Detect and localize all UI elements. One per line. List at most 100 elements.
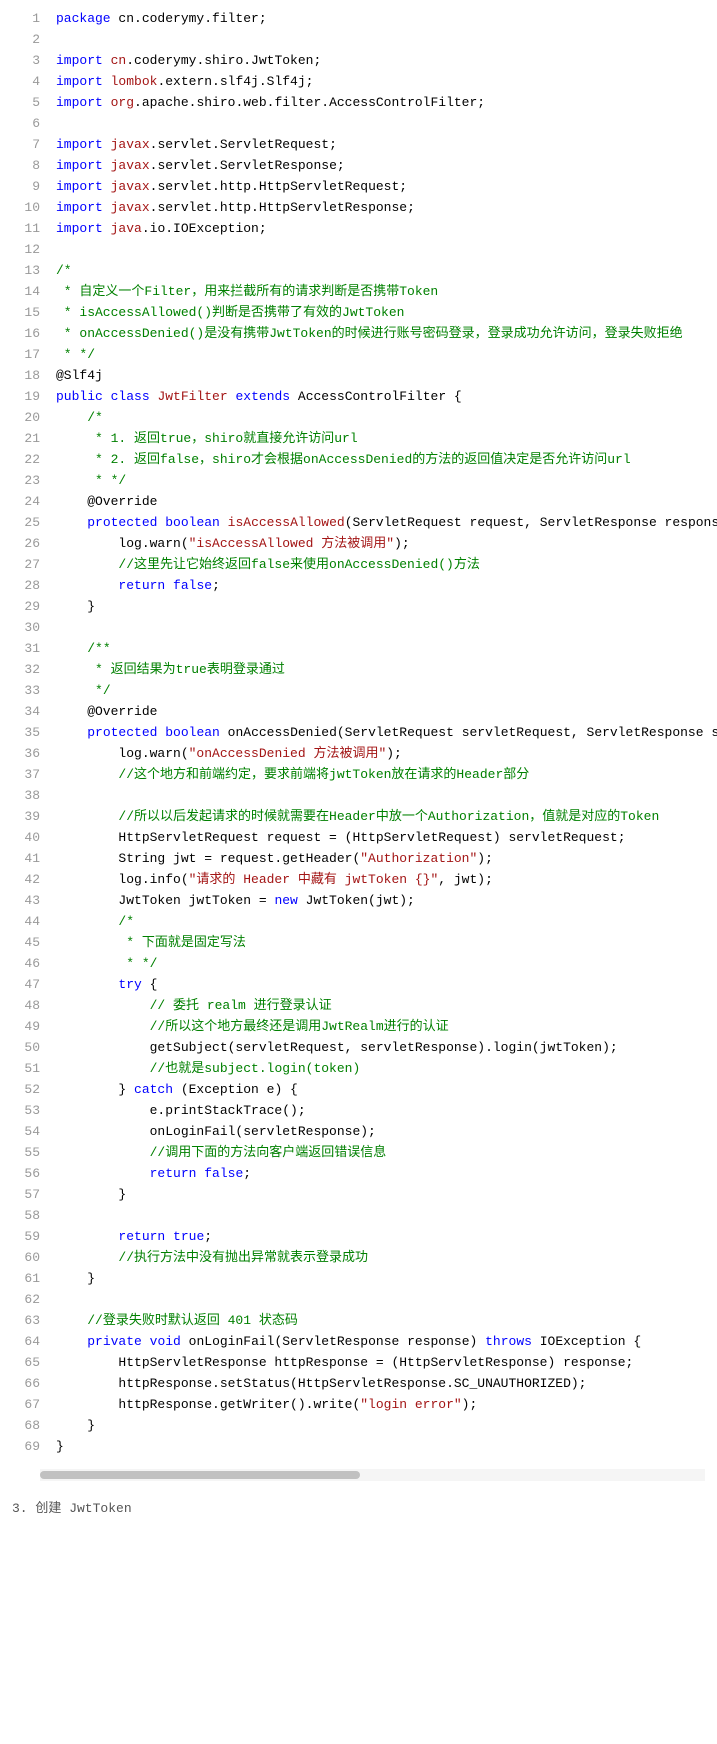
code-line: //这个地方和前端约定，要求前端将jwtToken放在请求的Header部分 — [56, 764, 717, 785]
code-line: } — [56, 1436, 717, 1457]
code-line: package cn.coderymy.filter; — [56, 8, 717, 29]
line-number: 31 — [0, 638, 40, 659]
line-number: 58 — [0, 1205, 40, 1226]
line-number: 40 — [0, 827, 40, 848]
code-line: } — [56, 1184, 717, 1205]
code-line: //所以这个地方最终还是调用JwtRealm进行的认证 — [56, 1016, 717, 1037]
line-number: 56 — [0, 1163, 40, 1184]
line-number: 59 — [0, 1226, 40, 1247]
code-line — [56, 1205, 717, 1226]
footer-heading: 3. 创建 JwtToken — [0, 1481, 717, 1516]
horizontal-scrollbar[interactable] — [40, 1469, 705, 1481]
code-line: HttpServletRequest request = (HttpServle… — [56, 827, 717, 848]
code-line: import lombok.extern.slf4j.Slf4j; — [56, 71, 717, 92]
code-line: return false; — [56, 1163, 717, 1184]
line-number: 35 — [0, 722, 40, 743]
line-number: 39 — [0, 806, 40, 827]
code-line: HttpServletResponse httpResponse = (Http… — [56, 1352, 717, 1373]
line-number: 42 — [0, 869, 40, 890]
code-line: * */ — [56, 344, 717, 365]
code-inner: 1234567891011121314151617181920212223242… — [0, 0, 717, 1465]
code-line: import javax.servlet.http.HttpServletRes… — [56, 197, 717, 218]
code-line: //也就是subject.login(token) — [56, 1058, 717, 1079]
code-line: import org.apache.shiro.web.filter.Acces… — [56, 92, 717, 113]
code-line: //调用下面的方法向客户端返回错误信息 — [56, 1142, 717, 1163]
code-line: e.printStackTrace(); — [56, 1100, 717, 1121]
line-number: 66 — [0, 1373, 40, 1394]
code-block: 1234567891011121314151617181920212223242… — [0, 0, 717, 1481]
line-number-gutter: 1234567891011121314151617181920212223242… — [0, 0, 48, 1465]
code-line: * 返回结果为true表明登录通过 — [56, 659, 717, 680]
code-line: private void onLoginFail(ServletResponse… — [56, 1331, 717, 1352]
code-line — [56, 113, 717, 134]
code-line: import javax.servlet.http.HttpServletReq… — [56, 176, 717, 197]
code-line: * 1. 返回true，shiro就直接允许访问url — [56, 428, 717, 449]
line-number: 24 — [0, 491, 40, 512]
line-number: 3 — [0, 50, 40, 71]
line-number: 38 — [0, 785, 40, 806]
code-line: /* — [56, 911, 717, 932]
line-number: 53 — [0, 1100, 40, 1121]
line-number: 9 — [0, 176, 40, 197]
line-number: 15 — [0, 302, 40, 323]
code-line: */ — [56, 680, 717, 701]
code-line — [56, 785, 717, 806]
line-number: 6 — [0, 113, 40, 134]
code-line: @Slf4j — [56, 365, 717, 386]
code-line: //所以以后发起请求的时候就需要在Header中放一个Authorization… — [56, 806, 717, 827]
line-number: 16 — [0, 323, 40, 344]
line-number: 64 — [0, 1331, 40, 1352]
line-number: 30 — [0, 617, 40, 638]
line-number: 29 — [0, 596, 40, 617]
line-number: 41 — [0, 848, 40, 869]
code-line: httpResponse.setStatus(HttpServletRespon… — [56, 1373, 717, 1394]
line-number: 63 — [0, 1310, 40, 1331]
line-number: 68 — [0, 1415, 40, 1436]
line-number: 14 — [0, 281, 40, 302]
line-number: 69 — [0, 1436, 40, 1457]
scrollbar-thumb[interactable] — [40, 1471, 360, 1479]
line-number: 5 — [0, 92, 40, 113]
code-line: /* — [56, 260, 717, 281]
line-number: 2 — [0, 29, 40, 50]
code-line — [56, 617, 717, 638]
code-line: try { — [56, 974, 717, 995]
line-number: 46 — [0, 953, 40, 974]
line-number: 65 — [0, 1352, 40, 1373]
code-line: import java.io.IOException; — [56, 218, 717, 239]
line-number: 25 — [0, 512, 40, 533]
code-line: * isAccessAllowed()判断是否携带了有效的JwtToken — [56, 302, 717, 323]
line-number: 19 — [0, 386, 40, 407]
code-line: } — [56, 1415, 717, 1436]
line-number: 48 — [0, 995, 40, 1016]
code-area[interactable]: package cn.coderymy.filter; import cn.co… — [48, 0, 717, 1465]
line-number: 12 — [0, 239, 40, 260]
code-line: * 2. 返回false，shiro才会根据onAccessDenied的方法的… — [56, 449, 717, 470]
code-line: log.warn("isAccessAllowed 方法被调用"); — [56, 533, 717, 554]
code-line — [56, 239, 717, 260]
line-number: 13 — [0, 260, 40, 281]
code-line: JwtToken jwtToken = new JwtToken(jwt); — [56, 890, 717, 911]
line-number: 55 — [0, 1142, 40, 1163]
code-line: return false; — [56, 575, 717, 596]
line-number: 23 — [0, 470, 40, 491]
code-line: import javax.servlet.ServletResponse; — [56, 155, 717, 176]
code-line: } — [56, 1268, 717, 1289]
line-number: 52 — [0, 1079, 40, 1100]
code-line: } catch (Exception e) { — [56, 1079, 717, 1100]
line-number: 32 — [0, 659, 40, 680]
code-line: /* — [56, 407, 717, 428]
code-line: return true; — [56, 1226, 717, 1247]
line-number: 4 — [0, 71, 40, 92]
code-line: public class JwtFilter extends AccessCon… — [56, 386, 717, 407]
code-line: * 下面就是固定写法 — [56, 932, 717, 953]
line-number: 62 — [0, 1289, 40, 1310]
line-number: 22 — [0, 449, 40, 470]
line-number: 1 — [0, 8, 40, 29]
code-line — [56, 1289, 717, 1310]
line-number: 26 — [0, 533, 40, 554]
line-number: 49 — [0, 1016, 40, 1037]
code-line: onLoginFail(servletResponse); — [56, 1121, 717, 1142]
code-line: String jwt = request.getHeader("Authoriz… — [56, 848, 717, 869]
code-line: * */ — [56, 470, 717, 491]
